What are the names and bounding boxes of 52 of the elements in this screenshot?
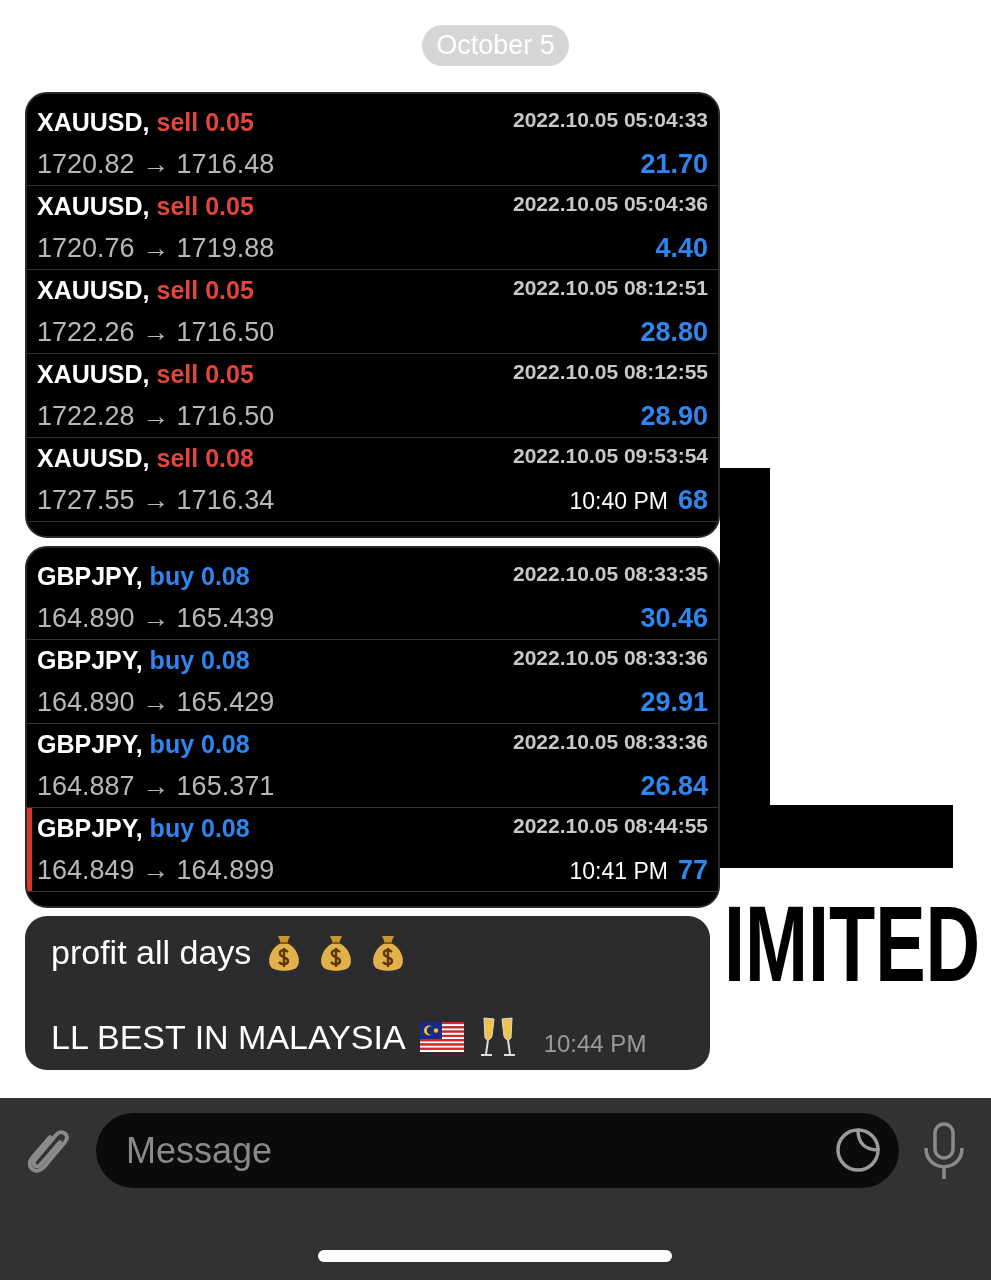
profit-text: 29.91 [640,687,708,718]
price-text: 1722.26 → 1716.50 [37,317,275,348]
symbol-text: XAUUSD, [37,192,150,221]
price-text: 164.890 → 165.439 [37,603,275,634]
message-time: 10:41 PM [569,858,668,885]
profit-text: 21.70 [640,149,708,180]
order-text: buy 0.08 [149,814,250,843]
order-text: sell 0.05 [156,192,254,221]
symbol-text: GBPJPY, [37,730,143,759]
profit-text: 28.90 [640,401,708,432]
profit-text: 4.40 [655,233,708,264]
datetime-text: 2022.10.05 05:04:33 [513,108,708,132]
profit-text: 28.80 [640,317,708,348]
price-text: 1727.55 → 1716.34 [37,485,275,516]
price-text: 164.887 → 165.371 [37,771,275,802]
datetime-text: 2022.10.05 08:33:36 [513,646,708,670]
order-text: sell 0.05 [156,276,254,305]
symbol-text: XAUUSD, [37,276,150,305]
profit-text: 30.46 [640,603,708,634]
symbol-text: XAUUSD, [37,360,150,389]
datetime-text: 2022.10.05 08:33:36 [513,730,708,754]
order-text: sell 0.08 [156,444,254,473]
order-text: sell 0.05 [156,108,254,137]
message-time: 10:40 PM [569,488,668,515]
profit-text: 77 [677,855,708,886]
profit-text: 68 [677,485,708,516]
message-field[interactable]: Message [96,1113,899,1188]
datetime-text: 2022.10.05 08:12:55 [513,360,708,384]
datetime-text: 2022.10.05 09:53:54 [513,444,708,468]
price-text: 1720.82 → 1716.48 [37,149,275,180]
profit-text: 26.84 [640,771,708,802]
order-text: sell 0.05 [156,360,254,389]
datetime-text: 2022.10.05 08:33:35 [513,562,708,586]
datetime-text: 2022.10.05 08:12:51 [513,276,708,300]
wallpaper-text: IMITED [724,890,981,998]
price-text: 164.849 → 164.899 [37,855,275,886]
order-text: buy 0.08 [149,730,250,759]
symbol-text: GBPJPY, [37,562,143,591]
price-text: 1722.28 → 1716.50 [37,401,275,432]
symbol-text: XAUUSD, [37,108,150,137]
datetime-text: 2022.10.05 08:44:55 [513,814,708,838]
message-time: 10:44 PM [543,1030,647,1058]
symbol-text: GBPJPY, [37,646,143,675]
price-text: 164.890 → 165.429 [37,687,275,718]
symbol-text: GBPJPY, [37,814,143,843]
price-text: 1720.76 → 1719.88 [37,233,275,264]
datetime-text: 2022.10.05 05:04:36 [513,192,708,216]
order-text: buy 0.08 [149,646,250,675]
message-text: LL BEST IN MALAYSIA [51,1017,406,1057]
order-text: buy 0.08 [149,562,250,591]
symbol-text: XAUUSD, [37,444,150,473]
message-text: profit all days [51,932,252,972]
